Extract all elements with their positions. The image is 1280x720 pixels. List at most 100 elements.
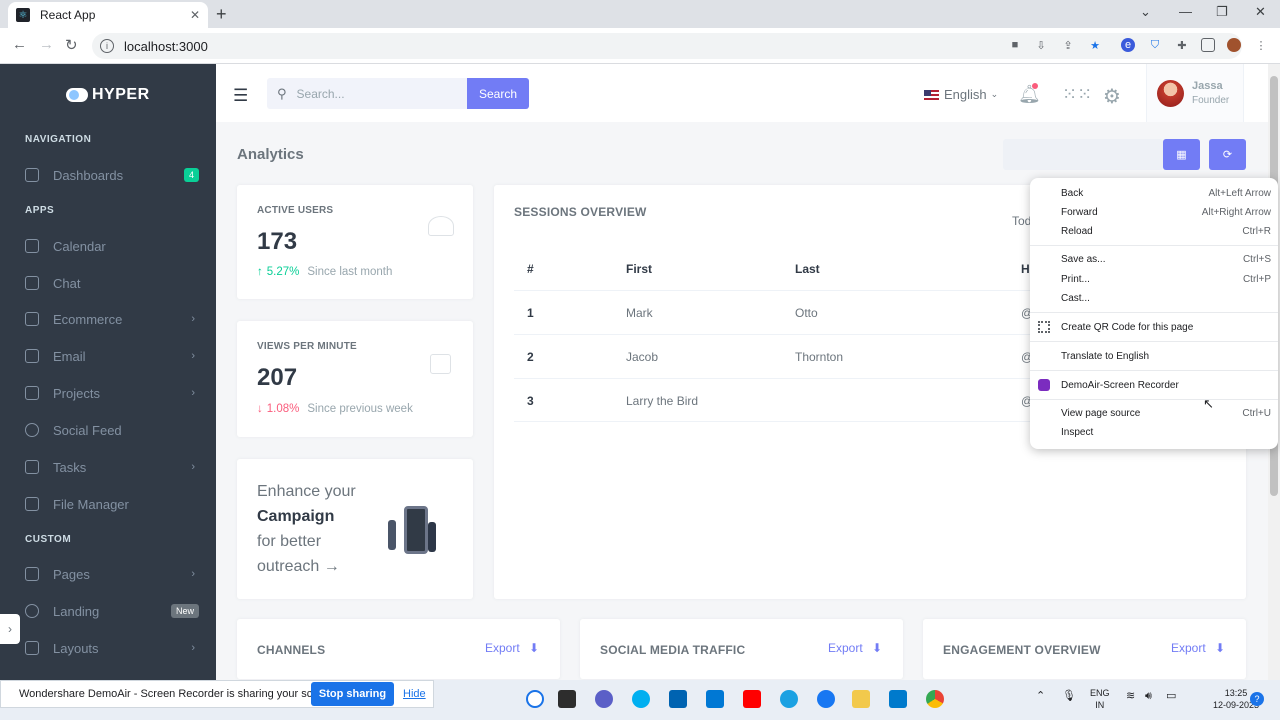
apps-section-title: APPS [25,205,55,216]
refresh-button[interactable]: ⟳ [1209,139,1246,170]
date-range-input[interactable] [1003,139,1163,170]
notification-dot [1032,83,1038,89]
tab-search-icon[interactable]: ⌄ [1140,4,1151,20]
promo-line: for better [257,533,322,550]
menu-item-view-source[interactable]: View page source Ctrl+U [1061,408,1271,419]
site-info-icon[interactable]: i [100,39,114,53]
sidebar-item-tasks[interactable]: Tasks › [25,456,195,478]
wifi-icon[interactable]: ≋ [1126,690,1135,702]
export-link[interactable]: Export ⬇ [828,641,882,655]
menu-item-cast[interactable]: Cast... [1061,293,1271,304]
shield-extension-icon[interactable]: ⛉ [1148,38,1162,52]
export-link[interactable]: Export ⬇ [1171,641,1225,655]
tab-title: React App [40,8,96,22]
column-header: First [626,262,653,276]
sidebar-item-landing[interactable]: Landing New [25,600,199,622]
apps-grid-icon[interactable]: ⁙⁙ [1062,84,1092,105]
browser-tab[interactable]: ⚛ React App ✕ [8,2,208,28]
sidebar-item-dashboards[interactable]: Dashboards 4 [25,164,199,186]
card-value: 207 [257,364,298,391]
sidebar-item-social-feed[interactable]: Social Feed [25,419,195,441]
menu-toggle-icon[interactable]: ☰ [233,86,248,106]
gear-icon[interactable]: ⚙ [1103,84,1121,109]
promo-link[interactable]: outreach → [257,558,340,576]
language-dropdown[interactable]: English ⌄ [924,87,998,102]
extension-icon[interactable]: e [1121,38,1135,52]
sidebar-item-pages[interactable]: Pages › [25,563,195,585]
phone-illustration [404,506,428,554]
sidebar-item-chat[interactable]: Chat [25,272,195,294]
edge-icon[interactable] [780,690,798,708]
file-explorer-icon[interactable] [852,690,870,708]
avatar[interactable] [1157,80,1184,107]
sidebar-item-email[interactable]: Email › [25,345,195,367]
sidebar-item-layouts[interactable]: Layouts › [25,637,195,659]
profile-avatar-icon[interactable] [1227,38,1241,52]
stop-sharing-button[interactable]: Stop sharing [311,682,394,706]
browser-menu-icon[interactable]: ⋮ [1254,38,1268,52]
card-label: VIEWS PER MINUTE [257,341,357,352]
bing-icon[interactable] [526,690,544,708]
reload-button[interactable]: ↻ [65,36,78,54]
sidebar-toggle-tab[interactable]: › [0,614,20,644]
new-tab-button[interactable]: + [216,4,227,25]
sidebar-item-ecommerce[interactable]: Ecommerce › [25,308,195,330]
hide-share-bar-link[interactable]: Hide [403,688,426,700]
share-icon[interactable]: ⇪ [1061,38,1075,52]
rss-icon [25,423,39,437]
menu-item-inspect[interactable]: Inspect [1061,427,1271,438]
menu-item-print[interactable]: Print... Ctrl+P [1061,274,1271,285]
battery-icon[interactable]: ▭ [1166,690,1176,702]
menu-item-reload[interactable]: Reload Ctrl+R [1061,226,1271,237]
sidebar-item-projects[interactable]: Projects › [25,382,195,404]
card-title: CHANNELS [257,643,326,657]
download-icon: ⬇ [872,641,883,655]
calendar-button[interactable]: ▦ [1163,139,1200,170]
facebook-icon[interactable] [817,690,835,708]
minimize-button[interactable]: — [1179,4,1192,19]
vscode-icon[interactable] [889,690,907,708]
back-button[interactable]: ← [12,36,27,53]
menu-item-forward[interactable]: Forward Alt+Right Arrow [1061,207,1271,218]
sidepanel-icon[interactable] [1201,38,1215,52]
help-icon[interactable]: ? [1250,692,1264,706]
row-number: 2 [527,350,534,364]
close-tab-icon[interactable]: ✕ [190,8,200,22]
chevron-right-icon: › [191,387,195,399]
language-indicator[interactable]: ENG IN [1090,687,1110,711]
sidebar-item-calendar[interactable]: Calendar [25,235,195,257]
briefcase-icon [25,386,39,400]
hyper-logo[interactable]: HYPER [66,86,150,104]
microphone-icon[interactable]: 🎙︎ [1062,690,1076,702]
menu-item-back[interactable]: Back Alt+Left Arrow [1061,188,1271,199]
download-icon: ⬇ [1215,641,1226,655]
card-trend: ↓ 1.08% Since previous week [257,403,413,415]
volume-icon[interactable]: 🔊︎ [1145,690,1152,702]
store-icon[interactable] [669,690,687,708]
chrome-icon[interactable] [926,690,944,708]
mail-icon[interactable] [706,690,724,708]
menu-item-translate[interactable]: Translate to English [1061,351,1271,362]
export-link[interactable]: Export ⬇ [485,641,539,655]
forward-button[interactable]: → [39,36,54,53]
windows-icon [430,354,451,374]
tray-chevron-icon[interactable]: ⌃ [1036,690,1045,702]
mouse-cursor-icon: ↖ [1203,396,1214,411]
menu-item-demoair[interactable]: DemoAir-Screen Recorder [1061,380,1271,391]
menu-item-qr-code[interactable]: Create QR Code for this page [1061,322,1271,333]
camera-icon[interactable]: ■ [1008,38,1022,52]
puzzle-icon[interactable]: ✚ [1175,38,1189,52]
youtube-icon[interactable] [743,690,761,708]
skype-icon[interactable] [632,690,650,708]
install-icon[interactable]: ⇩ [1034,38,1048,52]
search-input[interactable]: ⚲ Search... [267,78,467,109]
terminal-icon[interactable] [558,690,576,708]
sidebar-item-file-manager[interactable]: File Manager [25,493,195,515]
menu-divider [1030,245,1278,246]
menu-item-save-as[interactable]: Save as... Ctrl+S [1061,254,1271,265]
search-button[interactable]: Search [467,78,529,109]
teams-icon[interactable] [595,690,613,708]
bookmark-star-icon[interactable]: ★ [1088,38,1102,52]
maximize-button[interactable]: ❐ [1216,4,1228,20]
window-close-button[interactable]: ✕ [1255,4,1266,20]
